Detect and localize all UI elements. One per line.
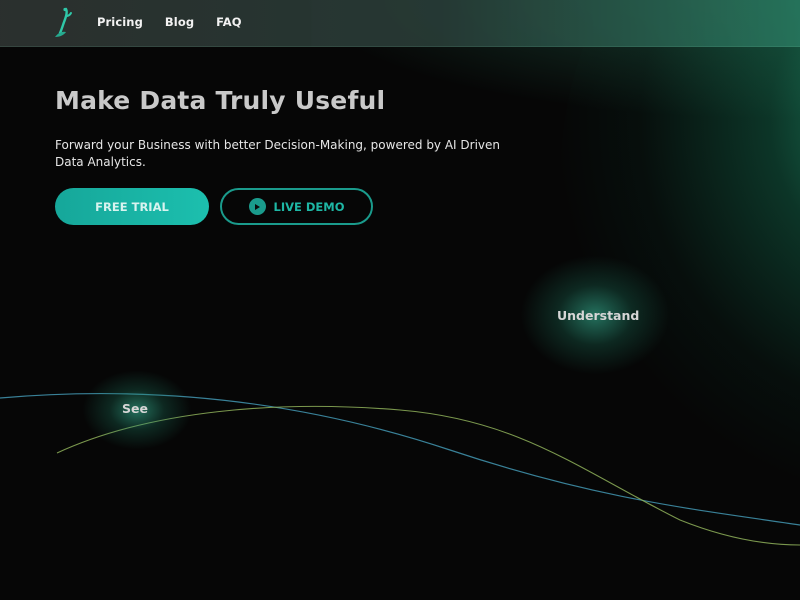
landing-page: Pricing Blog FAQ Make Data Truly Useful …: [0, 0, 800, 600]
nav-item-pricing[interactable]: Pricing: [97, 15, 143, 29]
brush-logo-icon[interactable]: [52, 7, 78, 39]
site-header: Pricing Blog FAQ: [0, 0, 800, 47]
live-demo-label: LIVE DEMO: [273, 199, 345, 214]
understand-label: Understand: [557, 308, 640, 323]
play-icon: [248, 198, 266, 215]
free-trial-button[interactable]: FREE TRIAL: [55, 188, 209, 225]
nav-item-faq[interactable]: FAQ: [216, 15, 242, 29]
main-nav: Pricing Blog FAQ: [97, 15, 264, 29]
hero-title: Make Data Truly Useful: [55, 86, 386, 115]
wave-line-green: [56, 405, 800, 546]
right-glow: [560, 0, 800, 500]
nav-item-blog[interactable]: Blog: [165, 15, 194, 29]
see-label: See: [122, 401, 148, 416]
live-demo-button[interactable]: LIVE DEMO: [220, 188, 373, 225]
hero-subtitle: Forward your Business with better Decisi…: [55, 138, 501, 169]
wave-line-blue: [0, 392, 800, 526]
